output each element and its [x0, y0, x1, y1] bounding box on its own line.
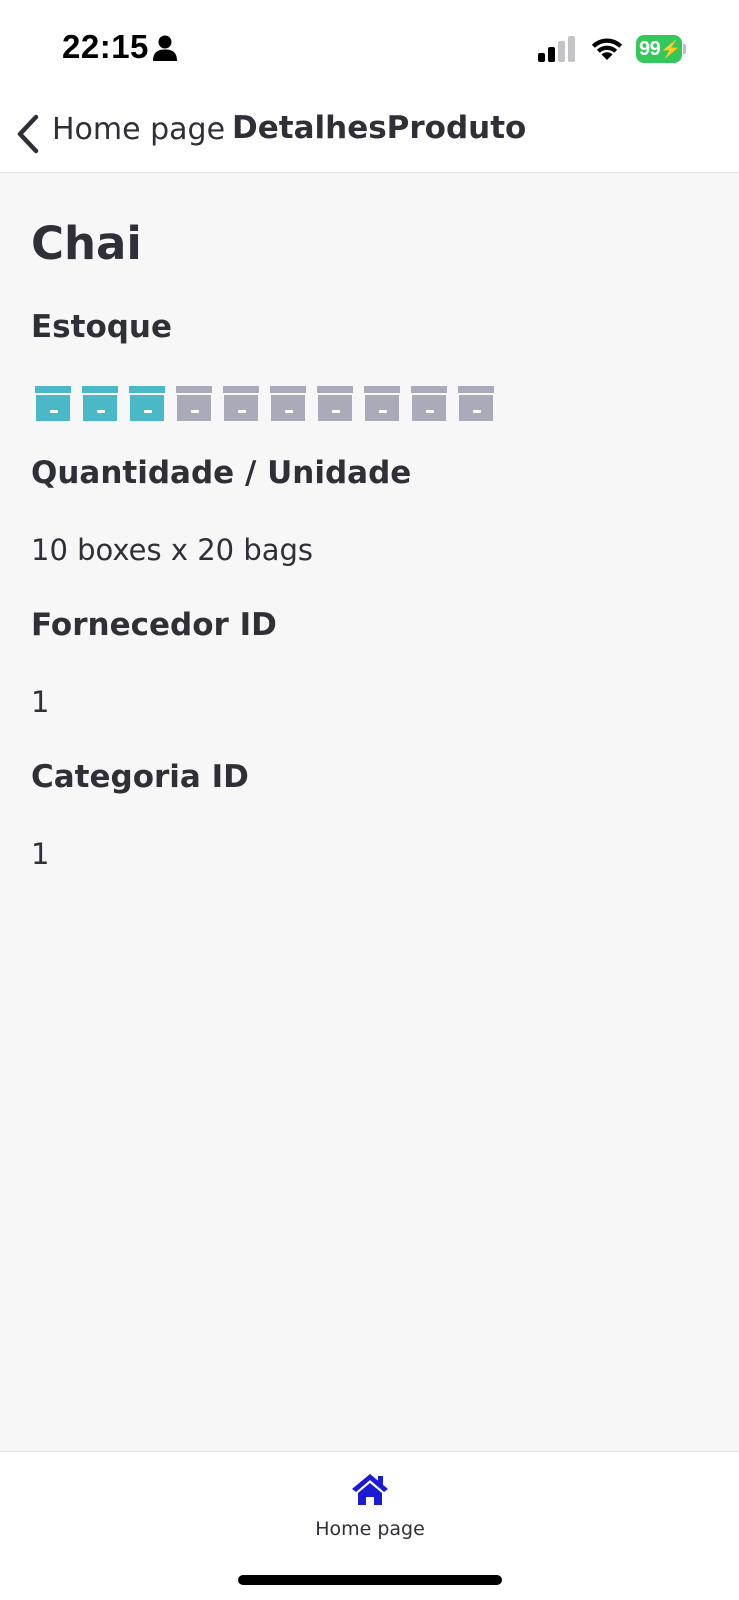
status-time: 22:15	[62, 28, 149, 65]
category-label: Categoria ID	[31, 759, 249, 795]
back-button[interactable]	[10, 106, 46, 158]
stock-box-empty-icon	[364, 386, 400, 421]
product-name: Chai	[31, 217, 142, 270]
stock-label: Estoque	[31, 309, 173, 345]
battery-charging-icon: 99⚡	[636, 35, 686, 63]
status-bar: 22:15 99⚡	[0, 0, 739, 96]
stock-box-empty-icon	[270, 386, 306, 421]
navigation-header: Home page DetalhesProduto	[0, 96, 739, 173]
cellular-signal-icon	[538, 36, 575, 62]
battery-level: 99	[639, 38, 661, 60]
stock-indicator	[35, 386, 494, 426]
stock-box-empty-icon	[411, 386, 447, 421]
stock-box-empty-icon	[176, 386, 212, 421]
stock-box-empty-icon	[317, 386, 353, 421]
stock-box-filled-icon	[82, 386, 118, 421]
supplier-value: 1	[31, 685, 50, 719]
stock-box-filled-icon	[129, 386, 165, 421]
quantity-value: 10 boxes x 20 bags	[31, 533, 314, 567]
home-indicator	[238, 1575, 502, 1585]
category-value: 1	[31, 837, 50, 871]
screen: 22:15 99⚡ Home page DetalhesProduto Chai…	[0, 0, 739, 1600]
stock-box-empty-icon	[458, 386, 494, 421]
back-label[interactable]: Home page	[52, 112, 225, 147]
quantity-label: Quantidade / Unidade	[31, 455, 412, 491]
chevron-left-icon	[17, 114, 39, 154]
stock-box-empty-icon	[223, 386, 259, 421]
stock-box-filled-icon	[35, 386, 71, 421]
page-title: DetalhesProduto	[232, 110, 527, 146]
tab-home[interactable]: Home page	[290, 1466, 450, 1546]
person-icon	[153, 35, 177, 61]
supplier-label: Fornecedor ID	[31, 607, 277, 643]
home-icon	[352, 1474, 388, 1505]
wifi-icon	[591, 38, 623, 60]
tab-home-label: Home page	[315, 1518, 425, 1540]
